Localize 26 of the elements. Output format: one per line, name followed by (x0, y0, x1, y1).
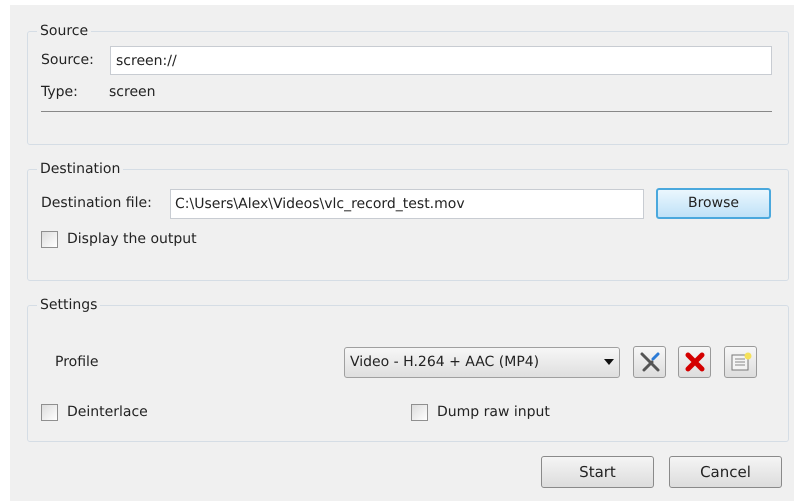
delete-profile-button[interactable] (678, 346, 711, 378)
checkbox-label: Deinterlace (67, 403, 148, 422)
input-field[interactable]: screen:// (110, 46, 772, 75)
type-value: screen (109, 83, 156, 102)
browse-button[interactable]: Browse (656, 188, 771, 219)
field-label: Source: (41, 51, 95, 70)
checkbox[interactable] (41, 231, 58, 248)
checkbox-label: Dump raw input (437, 403, 550, 422)
field-label: Type: (41, 83, 79, 102)
dialog-button[interactable]: Cancel (669, 456, 782, 488)
close-icon (684, 352, 704, 372)
dialog-button[interactable]: Start (541, 456, 654, 488)
caret-icon (604, 359, 614, 365)
group-title: Settings (39, 296, 98, 315)
new-profile-button[interactable] (724, 346, 757, 378)
edit-profile-button[interactable] (633, 346, 666, 378)
checkbox-label: Display the output (67, 230, 197, 249)
profile-dropdown[interactable]: Video - H.264 + AAC (MP4) (344, 346, 620, 378)
input-field[interactable]: C:\Users\Alex\Videos\vlc_record_test.mov (170, 188, 644, 218)
checkbox[interactable] (411, 404, 428, 421)
group-title: Destination (39, 160, 122, 179)
group-title: Source (39, 22, 90, 41)
document-icon (730, 352, 752, 372)
checkbox[interactable] (41, 404, 58, 421)
field-label: Profile (55, 352, 100, 372)
field-label: Destination file: (41, 194, 153, 213)
